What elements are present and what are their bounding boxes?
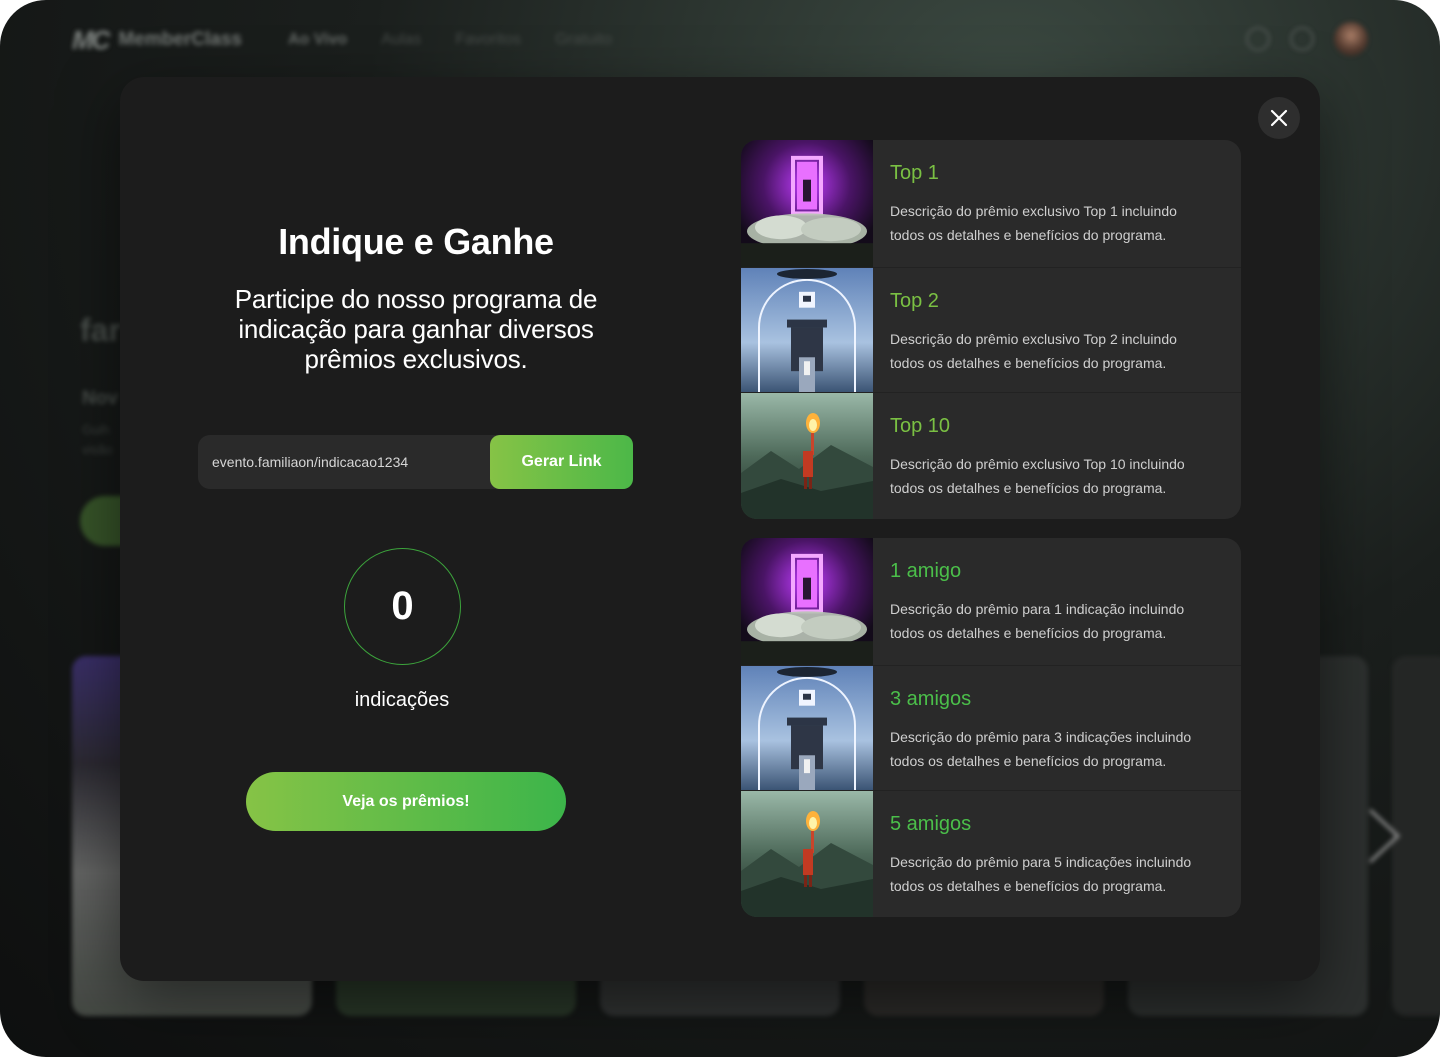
avatar[interactable] — [1334, 22, 1368, 56]
prize-description: Descrição do prêmio para 1 indicação inc… — [890, 601, 1185, 641]
nav-item-gratuito[interactable]: Gratuito — [555, 31, 612, 49]
hero-subtitle-fragment: Nov — [82, 388, 118, 409]
prize-image-sky-gate — [741, 666, 873, 790]
prize-image-sky-gate — [741, 268, 873, 392]
prize-text: 1 amigo Descrição do prêmio para 1 indic… — [873, 538, 1210, 665]
hero-description-fragment: Guih visão — [82, 420, 112, 460]
chevron-right-icon[interactable] — [1364, 806, 1404, 866]
prize-text: Top 10 Descrição do prêmio exclusivo Top… — [873, 393, 1210, 519]
view-prizes-button[interactable]: Veja os prêmios! — [246, 772, 566, 831]
prize-title: 3 amigos — [890, 688, 972, 710]
prize-description: Descrição do prêmio para 3 indicações in… — [890, 729, 1192, 769]
prize-item[interactable]: Top 10 Descrição do prêmio exclusivo Top… — [741, 393, 1241, 519]
referral-link-row: Gerar Link — [198, 435, 633, 489]
prize-image-mountain-torch — [741, 393, 873, 519]
referral-count-label: indicações — [354, 689, 450, 711]
prize-image-mountain-torch — [741, 791, 873, 917]
ranking-prizes-panel: Top 1 Descrição do prêmio exclusivo Top … — [741, 140, 1241, 519]
logo-mark: MC — [72, 24, 110, 55]
referral-modal: Indique e Ganhe Participe do nosso progr… — [120, 77, 1320, 981]
prize-text: 5 amigos Descrição do prêmio para 5 indi… — [873, 791, 1210, 917]
close-button[interactable] — [1258, 97, 1300, 139]
prize-description: Descrição do prêmio para 5 indicações in… — [890, 854, 1192, 894]
search-icon[interactable] — [1246, 27, 1270, 51]
generate-link-button[interactable]: Gerar Link — [490, 435, 633, 489]
close-icon — [1270, 109, 1288, 127]
referral-info: Indique e Ganhe Participe do nosso progr… — [120, 77, 712, 981]
top-navigation: MC MemberClass Ao Vivo Aulas Favoritos G… — [0, 0, 1440, 80]
prize-description: Descrição do prêmio exclusivo Top 1 incl… — [890, 203, 1177, 243]
hero-title-fragment: far — [80, 312, 121, 348]
prize-image-purple-portal — [741, 538, 873, 665]
prize-image-purple-portal — [741, 140, 873, 267]
prize-title: 5 amigos — [890, 813, 972, 835]
prize-item[interactable]: Top 1 Descrição do prêmio exclusivo Top … — [741, 140, 1241, 268]
modal-title: Indique e Ganhe — [278, 221, 554, 262]
prize-title: Top 10 — [890, 415, 951, 437]
prize-title: Top 2 — [890, 290, 939, 312]
prize-title: Top 1 — [890, 162, 939, 184]
nav-actions — [1246, 22, 1368, 56]
prize-item[interactable]: 1 amigo Descrição do prêmio para 1 indic… — [741, 538, 1241, 666]
prize-text: Top 1 Descrição do prêmio exclusivo Top … — [873, 140, 1210, 267]
nav-item-favoritos[interactable]: Favoritos — [455, 31, 521, 49]
referral-prizes-panel: 1 amigo Descrição do prêmio para 1 indic… — [741, 538, 1241, 917]
referral-count: 0 — [344, 548, 461, 665]
prize-description: Descrição do prêmio exclusivo Top 2 incl… — [890, 331, 1177, 371]
prize-text: 3 amigos Descrição do prêmio para 3 indi… — [873, 666, 1210, 790]
prize-item[interactable]: Top 2 Descrição do prêmio exclusivo Top … — [741, 268, 1241, 393]
hero-description-line-2: visão — [82, 442, 113, 457]
prize-item[interactable]: 5 amigos Descrição do prêmio para 5 indi… — [741, 791, 1241, 917]
app-screen: MC MemberClass Ao Vivo Aulas Favoritos G… — [0, 0, 1440, 1057]
logo-text: MemberClass — [118, 29, 242, 50]
referral-link-input[interactable] — [198, 435, 498, 489]
nav-item-aulas[interactable]: Aulas — [381, 31, 421, 49]
prize-item[interactable]: 3 amigos Descrição do prêmio para 3 indi… — [741, 666, 1241, 791]
bell-icon[interactable] — [1290, 27, 1314, 51]
prize-title: 1 amigo — [890, 560, 962, 582]
nav-item-ao-vivo[interactable]: Ao Vivo — [288, 31, 347, 49]
modal-subtitle: Participe do nosso programa de indicação… — [234, 284, 598, 374]
hero-description-line-1: Guih — [82, 422, 110, 437]
prize-text: Top 2 Descrição do prêmio exclusivo Top … — [873, 268, 1210, 392]
prize-description: Descrição do prêmio exclusivo Top 10 inc… — [890, 456, 1185, 496]
